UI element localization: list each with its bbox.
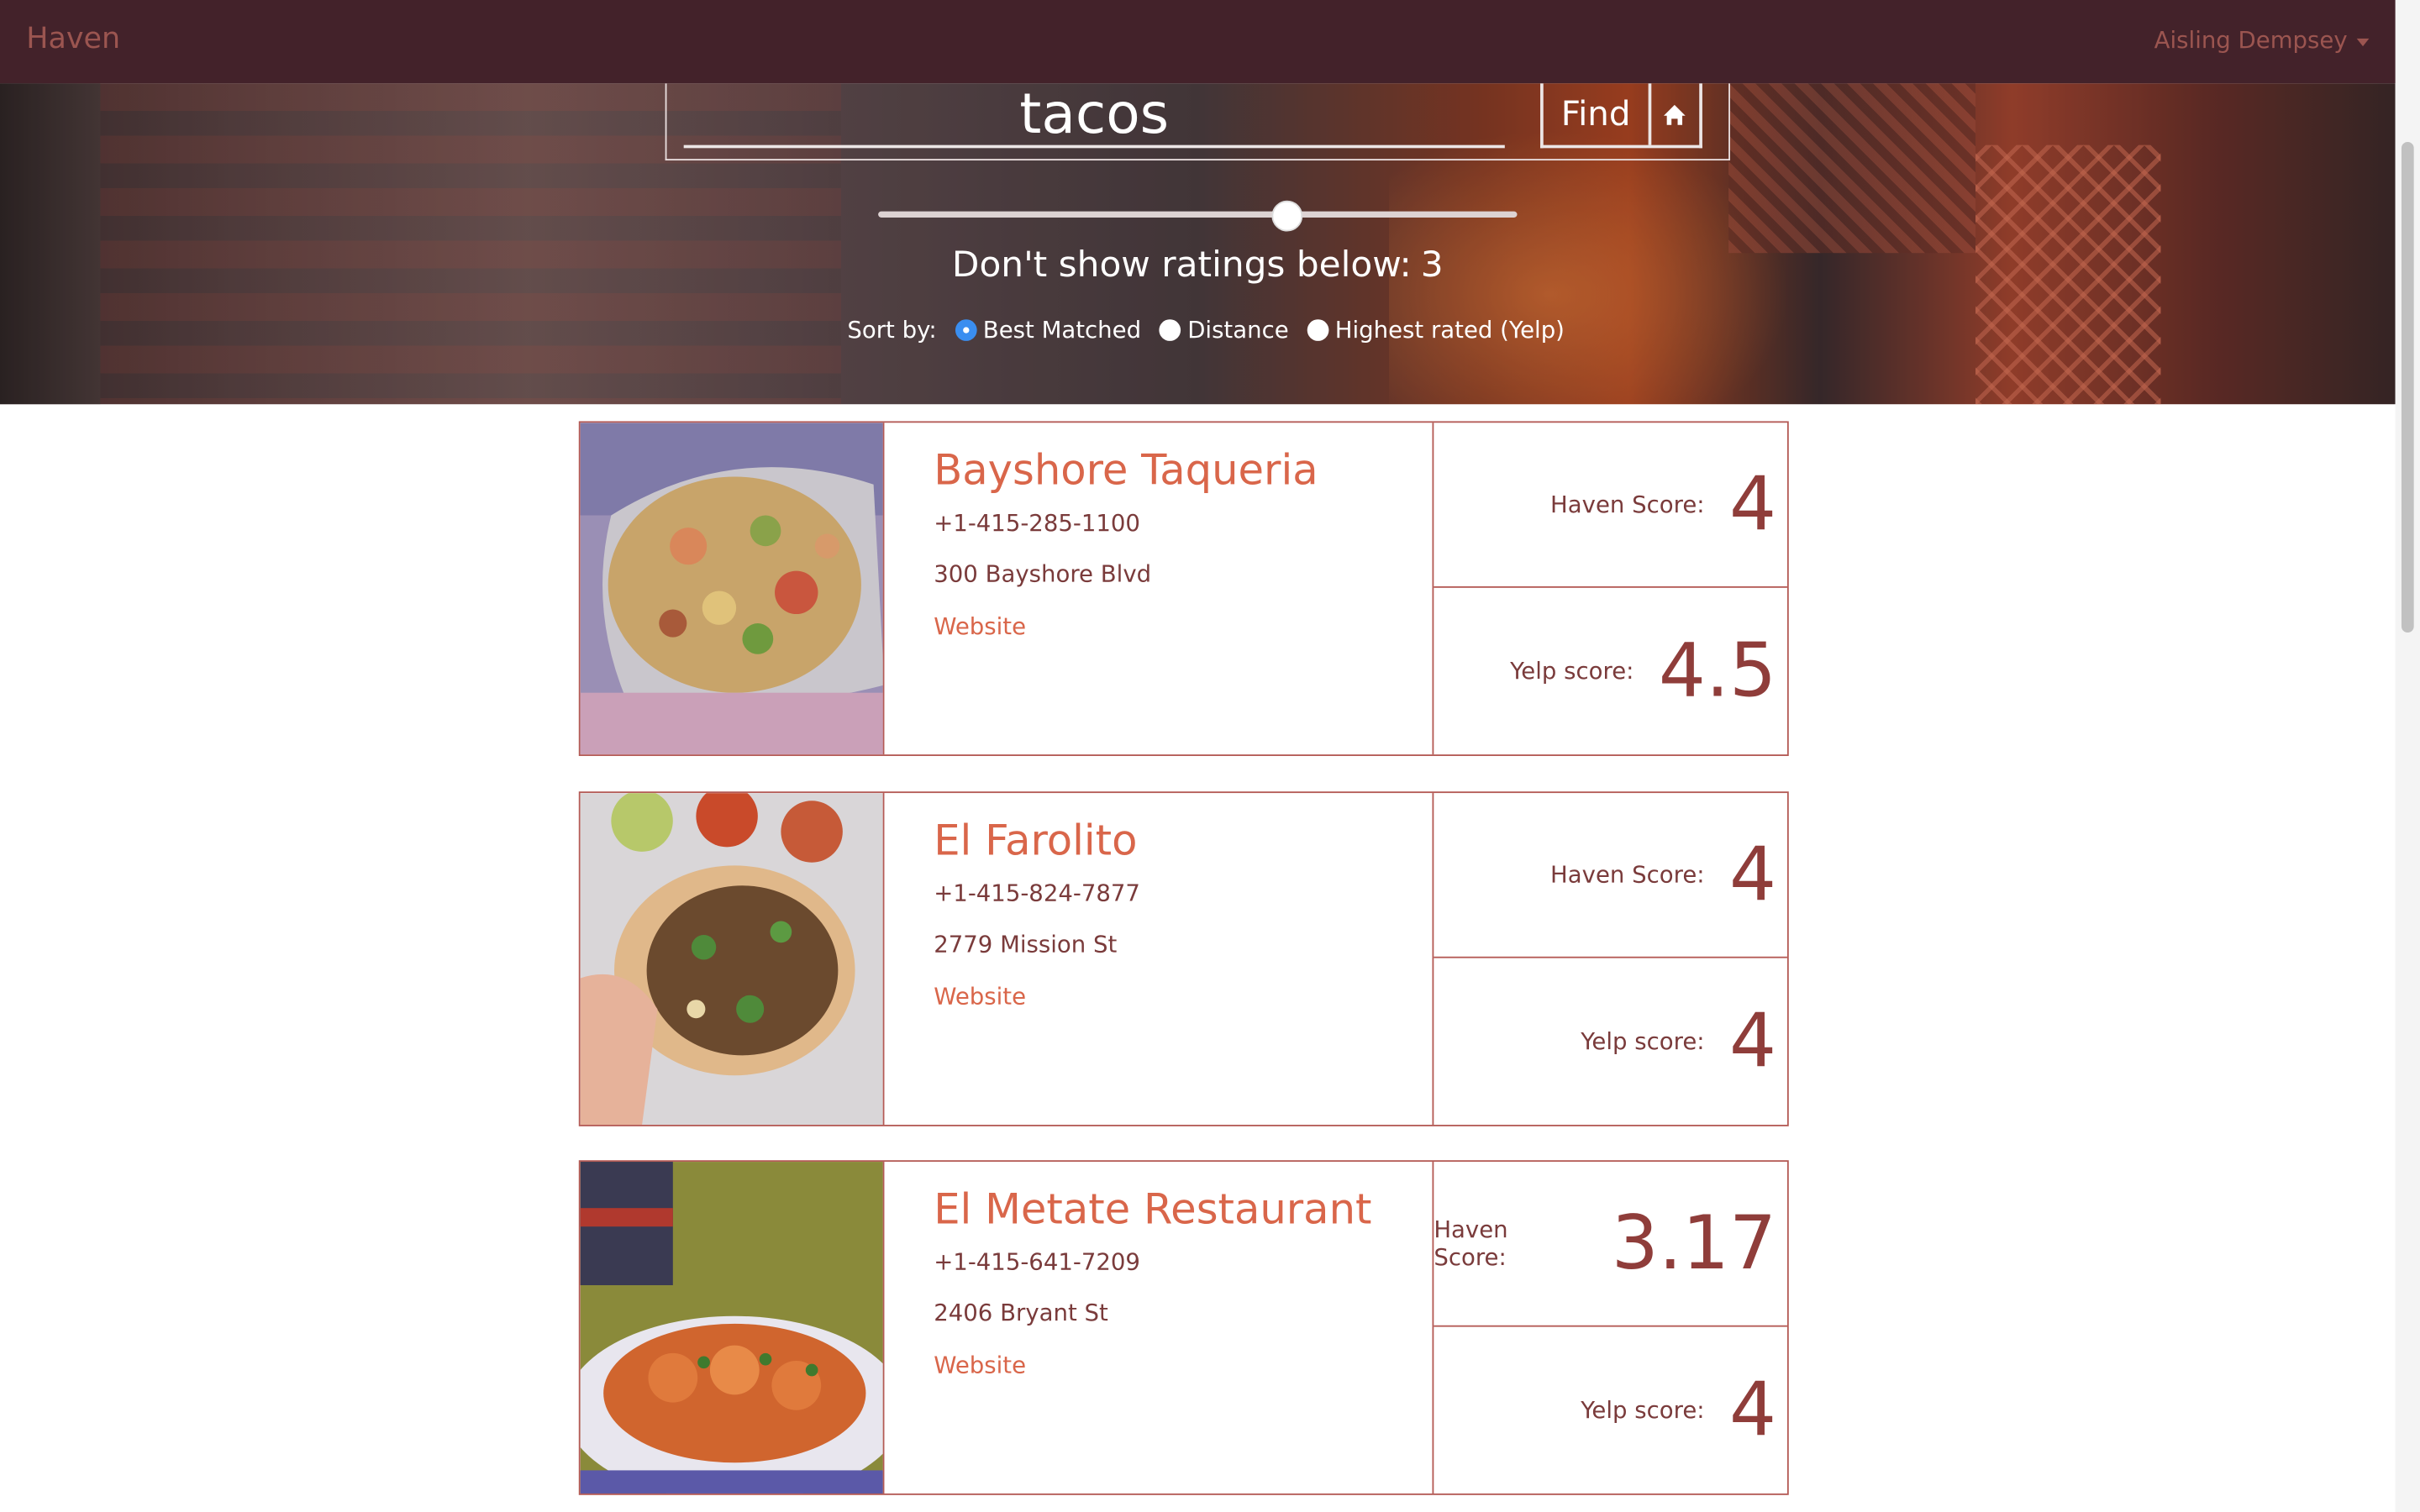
result-card: El Metate Restaurant +1-415-641-7209 240… [578,1160,1789,1495]
restaurant-info: El Farolito +1-415-824-7877 2779 Mission… [934,817,1428,1011]
navbar: Haven Aisling Dempsey [0,0,2396,84]
slider-track [878,211,1518,218]
sort-option-label: Best Matched [982,316,1142,344]
yelp-score-value: 4.5 [1658,627,1777,714]
website-link[interactable]: Website [934,1352,1026,1379]
yelp-score-value: 4 [1728,997,1777,1084]
result-card: Bayshore Taqueria +1-415-285-1100 300 Ba… [578,421,1789,756]
scrollbar-thumb[interactable] [2401,141,2414,633]
rating-filter-label: Don't show ratings below: 3 [0,245,2396,286]
restaurant-address: 300 Bayshore Blvd [934,559,1152,588]
haven-score-label: Haven Score: [1550,491,1705,519]
yelp-score: Yelp score: 4 [1434,958,1787,1124]
haven-score-value: 4 [1728,831,1777,918]
haven-score-label: Haven Score: [1550,860,1705,889]
brand-logo[interactable]: Haven [26,22,120,55]
burrito-photo [580,423,883,755]
yelp-score-label: Yelp score: [1510,656,1634,685]
user-menu[interactable]: Aisling Dempsey [2154,26,2370,54]
user-name: Aisling Dempsey [2154,26,2348,55]
sort-label: Sort by: [847,316,937,344]
website-link[interactable]: Website [934,612,1026,640]
yelp-score: Yelp score: 4 [1434,1327,1787,1493]
restaurant-name[interactable]: El Metate Restaurant [934,1186,1428,1234]
scrollbar[interactable] [2395,0,2420,1512]
search-form: Find [665,83,1730,161]
restaurant-name[interactable]: El Farolito [934,817,1428,865]
restaurant-address: 2406 Bryant St [934,1299,1108,1327]
haven-score: Haven Score: 4 [1434,423,1787,588]
website-link[interactable]: Website [934,983,1026,1011]
page: Haven Aisling Dempsey Find [0,0,2420,1512]
home-button[interactable] [1651,83,1696,144]
sort-options: Sort by: Best Matched Distance Highest r… [847,315,1583,346]
restaurant-phone: +1-415-641-7209 [934,1247,1140,1276]
haven-score-label: Haven Score: [1434,1215,1508,1272]
restaurant-photo [580,423,885,755]
haven-score-value: 3.17 [1611,1200,1777,1287]
search-buttons: Find [1540,83,1702,149]
hero-banner: Find Don't show ratings below:3 Sort by:… [0,83,2396,405]
yelp-score-label: Yelp score: [1581,1395,1705,1424]
rating-slider[interactable] [878,200,1518,232]
haven-score: Haven Score: 3.17 [1434,1162,1787,1327]
haven-score-value: 4 [1728,461,1777,549]
restaurant-address: 2779 Mission St [934,930,1118,958]
rating-filter-text: Don't show ratings below: [951,245,1412,286]
restaurant-phone: +1-415-285-1100 [934,509,1140,538]
sort-option-best-matched[interactable]: Best Matched [955,317,1141,344]
score-panel: Haven Score: 3.17 Yelp score: 4 [1432,1162,1787,1494]
restaurant-photo [580,1162,885,1494]
yelp-score-label: Yelp score: [1581,1026,1705,1055]
sort-option-label: Highest rated (Yelp) [1334,316,1565,344]
radio-unchecked-icon[interactable] [1160,319,1181,341]
radio-unchecked-icon[interactable] [1307,319,1329,341]
caret-down-icon [2356,38,2370,47]
home-icon [1663,103,1685,124]
taco-photo [580,793,883,1125]
restaurant-photo [580,793,885,1125]
score-panel: Haven Score: 4 Yelp score: 4.5 [1432,423,1787,755]
result-card: El Farolito +1-415-824-7877 2779 Mission… [578,791,1789,1126]
restaurant-info: El Metate Restaurant +1-415-641-7209 240… [934,1186,1428,1379]
find-button[interactable]: Find [1544,83,1652,145]
score-panel: Haven Score: 4 Yelp score: 4 [1432,793,1787,1125]
restaurant-info: Bayshore Taqueria +1-415-285-1100 300 Ba… [934,448,1428,641]
radio-checked-icon[interactable] [955,319,977,341]
restaurant-phone: +1-415-824-7877 [934,879,1140,907]
yelp-score: Yelp score: 4.5 [1434,588,1787,753]
sort-option-distance[interactable]: Distance [1160,317,1289,344]
rating-filter-value: 3 [1420,245,1444,286]
yelp-score-value: 4 [1728,1366,1777,1453]
search-input[interactable] [683,83,1505,149]
sort-option-highest-rated[interactable]: Highest rated (Yelp) [1307,317,1565,344]
shrimp-plate-photo [580,1162,883,1494]
restaurant-name[interactable]: Bayshore Taqueria [934,448,1428,496]
haven-score: Haven Score: 4 [1434,793,1787,958]
sort-option-label: Distance [1187,316,1289,344]
